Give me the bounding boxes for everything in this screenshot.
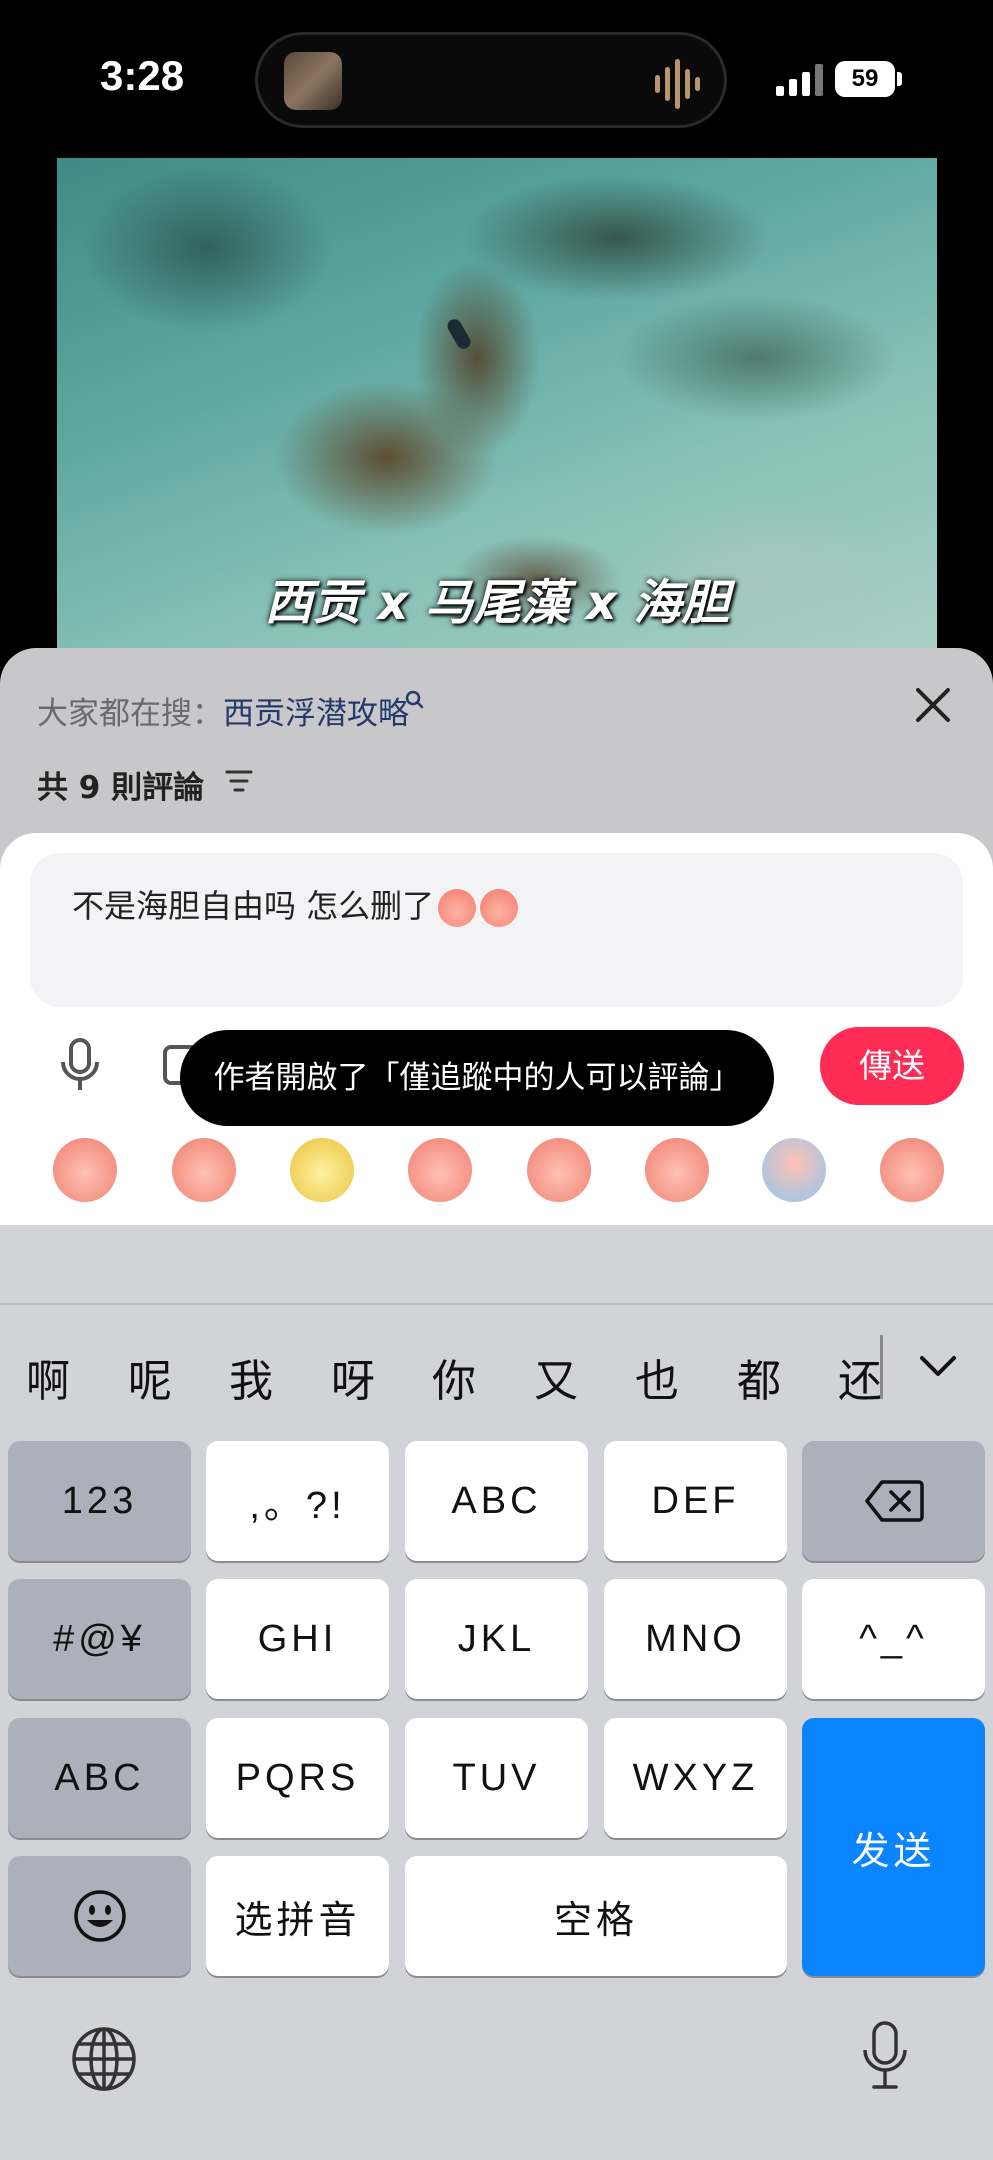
video-player[interactable]: 西贡 x 马尾藻 x 海胆 (57, 158, 937, 648)
candidate-word[interactable]: 都 (737, 1345, 781, 1409)
globe-icon[interactable] (70, 2025, 138, 2093)
battery-tip (897, 72, 902, 86)
audio-waveform-icon (655, 59, 700, 109)
emoji-peach-crying-pool-icon[interactable] (762, 1138, 826, 1202)
emoji-key[interactable] (8, 1856, 191, 1976)
now-playing-artwork (284, 52, 342, 110)
comment-composer: 不是海胆自由吗 怎么删了 作者開啟了「僅追蹤中的人可以評論」 傳送 (0, 833, 993, 1225)
candidate-word[interactable]: 呀 (331, 1345, 375, 1409)
key-pqrs[interactable]: PQRS (206, 1718, 389, 1838)
emoji-peach-pray-icon[interactable] (527, 1138, 591, 1202)
key-jkl[interactable]: JKL (405, 1579, 588, 1699)
emoji-peach-shy-icon[interactable] (172, 1138, 236, 1202)
search-suggestion[interactable]: 大家都在搜：西贡浮潜攻略 (37, 688, 409, 733)
key-numbers[interactable]: 123 (8, 1441, 191, 1561)
key-def[interactable]: DEF (604, 1441, 787, 1561)
battery-indicator: 59 (835, 61, 895, 97)
backspace-key[interactable] (802, 1441, 985, 1561)
key-select-pinyin[interactable]: 选拼音 (206, 1856, 389, 1976)
key-abc[interactable]: ABC (405, 1441, 588, 1561)
candidate-word[interactable]: 呢 (128, 1345, 172, 1409)
candidate-word[interactable]: 还 (838, 1345, 880, 1409)
comment-input[interactable]: 不是海胆自由吗 怎么删了 (30, 853, 963, 1007)
key-mno[interactable]: MNO (604, 1579, 787, 1699)
search-icon (405, 690, 424, 709)
backspace-icon (864, 1480, 924, 1522)
emoji-peach-kiss-icon[interactable] (880, 1138, 944, 1202)
peach-emoji-icon (438, 889, 477, 927)
comment-input-value: 不是海胆自由吗 怎么删了 (72, 887, 435, 925)
candidate-word[interactable]: 啊 (26, 1345, 70, 1409)
chevron-down-icon[interactable] (918, 1353, 958, 1379)
dictation-microphone-icon[interactable] (860, 2020, 910, 2092)
candidate-word[interactable]: 我 (229, 1345, 273, 1409)
comment-count: 共 9 則評論 (37, 770, 205, 806)
search-suggestion-prefix: 大家都在搜： (37, 696, 223, 732)
emoji-peach-think-icon[interactable] (645, 1138, 709, 1202)
key-wxyz[interactable]: WXYZ (604, 1718, 787, 1838)
search-suggestion-link[interactable]: 西贡浮潜攻略 (223, 696, 409, 732)
toast-message: 作者開啟了「僅追蹤中的人可以評論」 (180, 1030, 774, 1126)
emoji-yellow-dog-icon[interactable] (290, 1138, 354, 1202)
key-abc-mode[interactable]: ABC (8, 1718, 191, 1838)
sort-filter-icon[interactable] (225, 768, 253, 794)
candidate-word[interactable]: 又 (534, 1345, 578, 1409)
emoji-peach-blush-icon[interactable] (53, 1138, 117, 1202)
send-button[interactable]: 傳送 (820, 1027, 964, 1105)
key-tuv[interactable]: TUV (405, 1718, 588, 1838)
emoji-peach-laugh-cry-icon[interactable] (408, 1138, 472, 1202)
smiley-icon (73, 1890, 126, 1942)
space-key[interactable]: 空格 (405, 1856, 787, 1976)
key-emoticon[interactable]: ^_^ (802, 1579, 985, 1699)
keyboard: 啊 呢 我 呀 你 又 也 都 还 123 ,。?! ABC DEF #@¥ G… (0, 1225, 993, 2160)
diver-figure (444, 316, 474, 352)
keyboard-send-key[interactable]: 发送 (802, 1718, 985, 1976)
status-time: 3:28 (100, 52, 185, 99)
microphone-icon[interactable] (58, 1038, 102, 1094)
key-symbols[interactable]: #@¥ (8, 1579, 191, 1699)
cellular-signal-icon (776, 64, 823, 96)
candidate-word[interactable]: 也 (635, 1345, 679, 1409)
peach-emoji-icon (480, 889, 519, 927)
video-caption: 西贡 x 马尾藻 x 海胆 (264, 575, 730, 631)
close-icon[interactable] (908, 680, 958, 730)
candidate-word[interactable]: 你 (432, 1345, 476, 1409)
key-punctuation[interactable]: ,。?! (206, 1441, 389, 1561)
keyboard-divider (0, 1303, 993, 1305)
key-ghi[interactable]: GHI (206, 1579, 389, 1699)
candidate-divider (880, 1335, 883, 1399)
comment-input-text[interactable]: 不是海胆自由吗 怎么删了 (72, 881, 519, 927)
dynamic-island[interactable] (255, 32, 727, 128)
